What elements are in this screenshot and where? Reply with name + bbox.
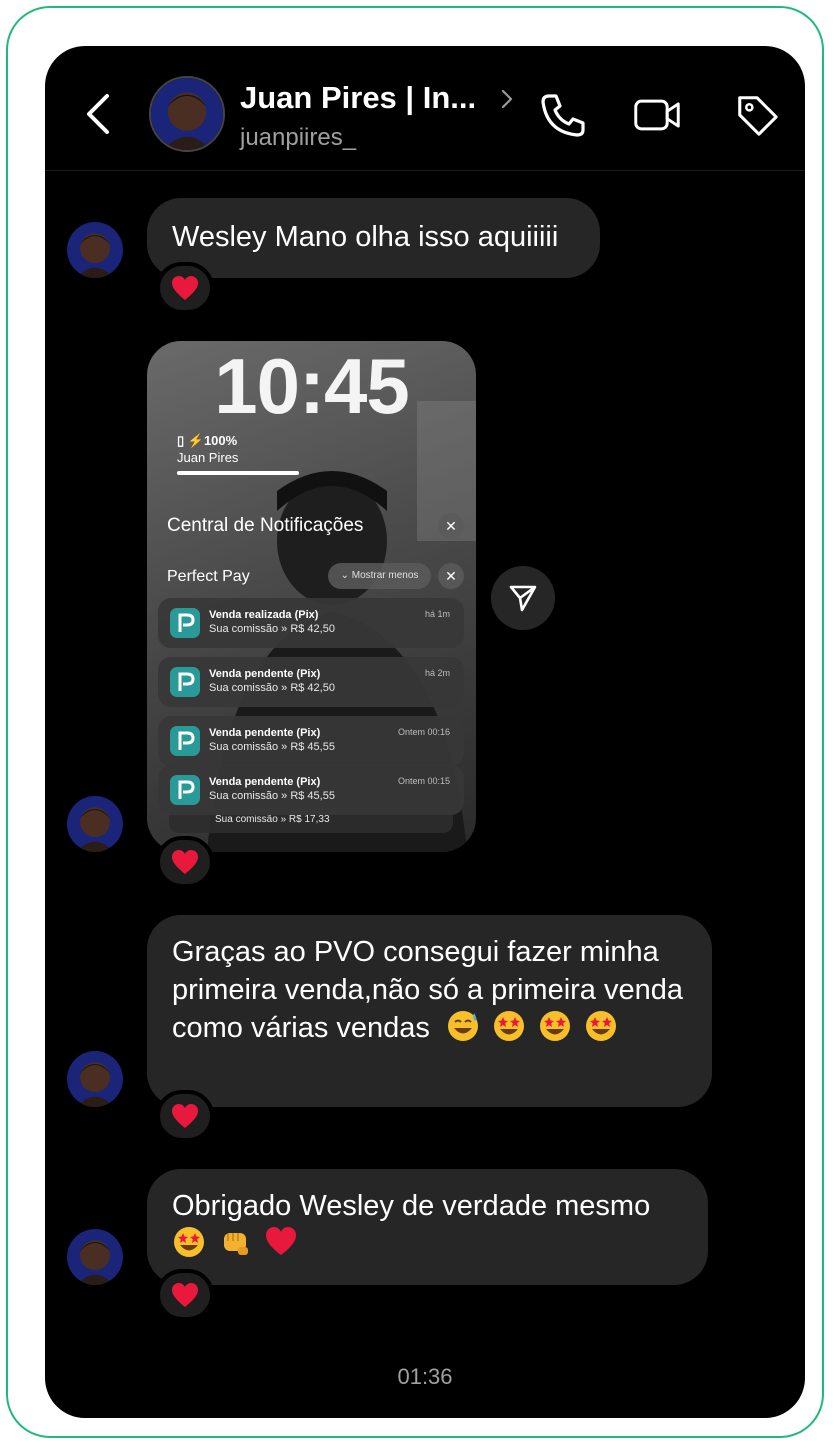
notification-card: Venda pendente (Pix) Sua comissão » R$ 4…	[158, 716, 464, 766]
notification-title: Venda pendente (Pix)	[209, 727, 321, 739]
heart-icon	[172, 1283, 198, 1307]
close-icon: ✕	[438, 513, 464, 539]
notification-body: Sua comissão » R$ 17,33	[215, 814, 330, 825]
notification-body: Sua comissão » R$ 45,55	[209, 741, 335, 753]
tag-icon[interactable]	[733, 92, 781, 138]
notification-title: Venda realizada (Pix)	[209, 609, 319, 621]
star-struck-emoji-icon	[586, 1011, 617, 1041]
notification-body: Sua comissão » R$ 42,50	[209, 682, 335, 694]
lockscreen-clock: 10:45	[214, 342, 410, 430]
message-bubble[interactable]: Graças ao PVO consegui fazer minha prime…	[147, 915, 712, 1107]
show-less-label: Mostrar menos	[351, 570, 419, 581]
contact-username[interactable]: juanpiires_	[240, 124, 356, 152]
heart-icon	[172, 850, 198, 874]
fist-emoji-icon	[224, 1233, 249, 1255]
device-frame: Juan Pires | In... juanpiires_ Wesley Ma…	[6, 6, 824, 1438]
chat-header: Juan Pires | In... juanpiires_	[45, 46, 805, 171]
chat-screen: Juan Pires | In... juanpiires_ Wesley Ma…	[45, 46, 805, 1418]
notification-center-label: Central de Notificações	[167, 515, 364, 536]
chat-timestamp: 01:36	[397, 1364, 453, 1389]
show-less-button: ⌄ Mostrar menos	[328, 563, 431, 589]
perfect-pay-app-icon	[170, 775, 200, 805]
heart-reaction[interactable]	[156, 262, 214, 314]
heart-reaction[interactable]	[156, 836, 214, 888]
chevron-right-icon[interactable]	[499, 88, 515, 110]
close-icon: ✕	[438, 563, 464, 589]
red-heart-emoji-icon	[266, 1227, 297, 1255]
sender-avatar[interactable]	[67, 222, 123, 278]
lockscreen-widget-bar	[177, 471, 299, 475]
battery-status: ▯ ⚡100%	[177, 433, 237, 449]
notification-time: há 2m	[424, 668, 450, 678]
heart-icon	[172, 1104, 198, 1128]
notification-body: Sua comissão » R$ 45,55	[209, 790, 335, 802]
notification-body: Sua comissão » R$ 42,50	[209, 623, 335, 635]
share-button[interactable]	[491, 566, 555, 630]
battery-level: 100%	[203, 433, 238, 448]
message-bubble[interactable]: Obrigado Wesley de verdade mesmo	[147, 1169, 708, 1285]
notification-card: Venda realizada (Pix) Sua comissão » R$ …	[158, 598, 464, 648]
sender-avatar[interactable]	[67, 1051, 123, 1107]
notification-card: Venda pendente (Pix) Sua comissão » R$ 4…	[158, 657, 464, 707]
perfect-pay-app-icon	[170, 726, 200, 756]
battery-icon: ▯ ⚡	[177, 433, 204, 448]
star-struck-emoji-icon	[540, 1011, 571, 1041]
notification-title: Venda pendente (Pix)	[209, 668, 321, 680]
notification-time: Ontem 00:15	[397, 776, 450, 786]
sender-avatar[interactable]	[67, 1229, 123, 1285]
perfect-pay-app-icon	[170, 667, 200, 697]
sender-avatar[interactable]	[67, 796, 123, 852]
lockscreen-owner: Juan Pires	[177, 450, 239, 465]
video-call-icon[interactable]	[633, 92, 681, 138]
contact-avatar[interactable]	[149, 76, 225, 152]
phone-icon[interactable]	[539, 92, 587, 138]
notification-title: Venda pendente (Pix)	[209, 776, 321, 788]
contact-name[interactable]: Juan Pires | In...	[240, 80, 476, 116]
app-group-label: Perfect Pay	[167, 568, 250, 585]
send-icon	[509, 585, 537, 612]
notification-time: há 1m	[424, 609, 450, 619]
perfect-pay-app-icon	[170, 608, 200, 638]
shared-screenshot-image[interactable]: 10:45 ▯ ⚡100% Juan Pires Central de Noti…	[147, 341, 476, 852]
sweat-smile-emoji-icon	[447, 1011, 478, 1041]
heart-icon	[172, 276, 198, 300]
star-struck-emoji-icon	[174, 1227, 204, 1257]
notification-card: Venda pendente (Pix) Sua comissão » R$ 4…	[158, 765, 464, 815]
back-arrow-icon[interactable]	[83, 92, 113, 136]
message-bubble[interactable]: Wesley Mano olha isso aquiiiii	[147, 198, 600, 278]
heart-reaction[interactable]	[156, 1090, 214, 1142]
message-text: Wesley Mano olha isso aquiiiii	[172, 221, 559, 253]
heart-reaction[interactable]	[156, 1269, 214, 1321]
message-text: Obrigado Wesley de verdade mesmo	[172, 1190, 651, 1222]
star-struck-emoji-icon	[494, 1011, 525, 1041]
notification-time: Ontem 00:16	[397, 727, 450, 737]
